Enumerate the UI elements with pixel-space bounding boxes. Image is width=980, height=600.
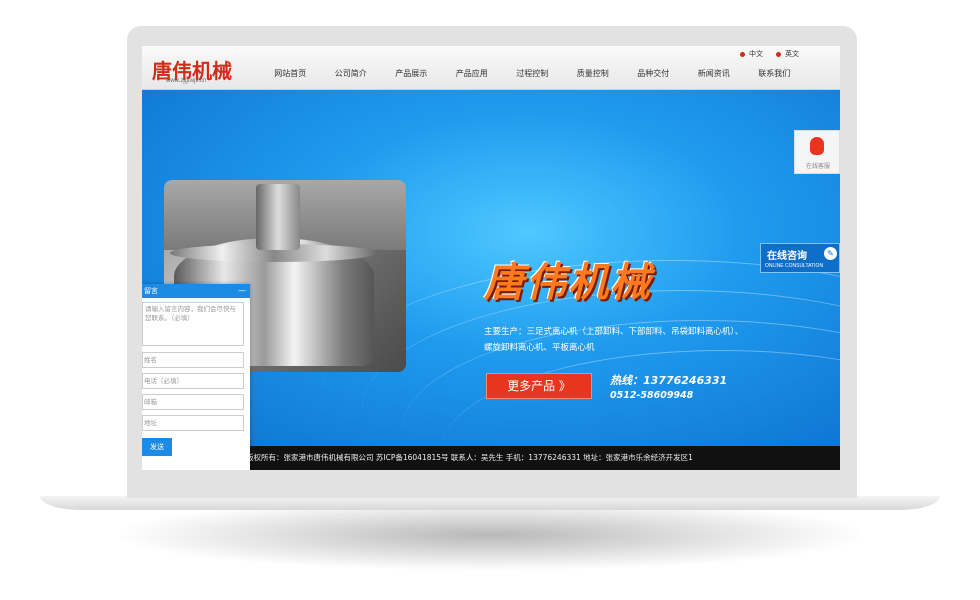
pencil-icon: ✎ [824,247,837,260]
lang-en-label: 英文 [785,50,799,58]
language-dot-icon [776,51,781,57]
banner-main-products: 主要生产：三足式离心机（上部卸料、下部卸料、吊袋卸料离心机）、螺旋卸料离心机、平… [484,327,744,353]
nav-item-home[interactable]: 网站首页 [260,68,321,79]
photo-centrifuge-motor [256,184,300,250]
site-logo-url: www.zjgtwjx.cn [166,78,207,84]
nav-item-quality-control[interactable]: 质量控制 [563,68,624,79]
nav-item-about[interactable]: 公司简介 [321,68,382,79]
website-screen: 唐伟机械 www.zjgtwjx.cn 中文 英文 网站首页 公司简介 产品展示… [142,46,840,470]
nav-item-products[interactable]: 产品展示 [381,68,442,79]
message-content-textarea[interactable]: 请输入留言内容，我们会尽快与您联系。（必填） [142,302,244,346]
message-submit-button[interactable]: 发送 [142,438,172,456]
laptop-base [40,496,940,510]
nav-item-applications[interactable]: 产品应用 [442,68,503,79]
nav-item-news[interactable]: 新闻资讯 [684,68,745,79]
more-products-button[interactable]: 更多产品 》 [486,373,592,399]
lang-switch-cn[interactable]: 中文 [740,49,763,59]
laptop-shadow [120,500,860,570]
message-panel-minimize-button[interactable]: — [238,284,246,298]
site-header: 唐伟机械 www.zjgtwjx.cn 中文 英文 网站首页 公司简介 产品展示… [142,46,840,90]
online-consultation-label: 在线咨询 [767,251,807,262]
nav-item-delivery[interactable]: 品种交付 [623,68,684,79]
name-input[interactable]: 姓名 [142,352,244,368]
message-panel: 留言 — 请输入留言内容，我们会尽快与您联系。（必填） 姓名 电话（必填） 邮箱… [142,284,250,470]
message-panel-title: 留言 [144,287,158,295]
online-service-label: 在线客服 [805,163,830,170]
phone-input[interactable]: 电话（必填） [142,373,244,389]
banner-hotline: 热线：13776246331 [610,374,728,387]
lang-cn-label: 中文 [749,50,763,58]
banner-telephone: 0512-58609948 [610,390,694,401]
online-consultation-label-en: ONLINE CONSULTATION [765,263,824,269]
online-consultation-button[interactable]: 在线咨询 ONLINE CONSULTATION ✎ [760,243,840,273]
nav-item-contact[interactable]: 联系我们 [744,68,805,79]
language-dot-icon [740,51,745,57]
address-input[interactable]: 地址 [142,415,244,431]
email-input[interactable]: 邮箱 [142,394,244,410]
qq-penguin-icon [810,137,824,155]
main-nav: 网站首页 公司简介 产品展示 产品应用 过程控制 质量控制 品种交付 新闻资讯 … [260,68,840,79]
footer-copyright: 版权所有：张家港市唐伟机械有限公司 苏ICP备16041815号 联系人：吴先生… [246,453,693,462]
banner-brand-title: 唐伟机械 [484,260,652,306]
online-service-widget[interactable]: 在线客服 [794,130,840,174]
message-panel-header: 留言 — [142,284,250,298]
lang-switch-en[interactable]: 英文 [776,49,799,59]
nav-item-process-control[interactable]: 过程控制 [502,68,563,79]
